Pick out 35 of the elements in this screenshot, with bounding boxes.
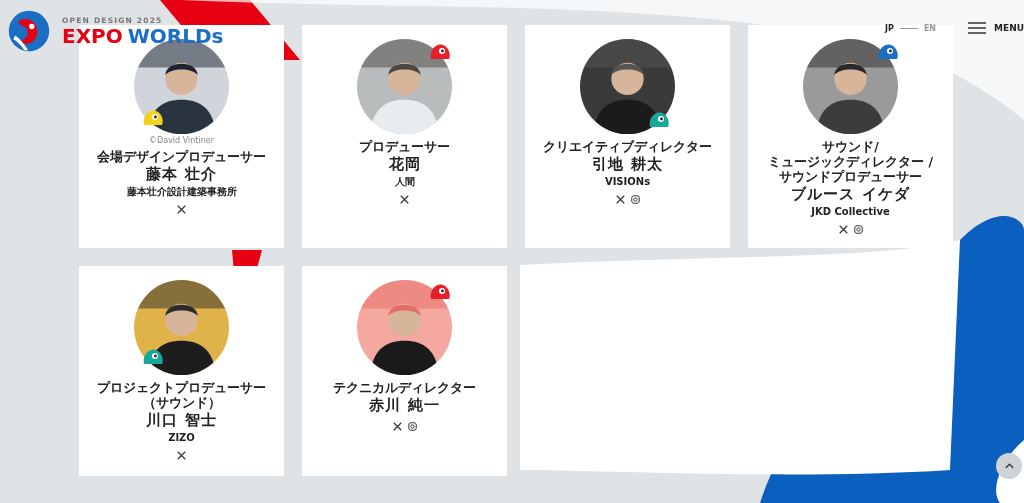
person-name: 花岡 [388, 155, 421, 174]
x-logo-icon[interactable] [615, 195, 625, 204]
camera-icon[interactable] [630, 195, 640, 204]
camera-icon[interactable] [853, 225, 863, 234]
person-name: 引地 耕太 [592, 155, 663, 174]
fish-logo-icon[interactable] [6, 8, 52, 54]
organization-text: 藤本壮介設計建築事務所 [126, 185, 237, 198]
language-link[interactable]: JP [885, 23, 894, 33]
x-logo-icon[interactable] [177, 451, 186, 460]
menu-icon [968, 22, 987, 34]
organization-text: VISIONs [604, 175, 651, 188]
person-name: 赤川 純一 [369, 396, 440, 415]
person-name: 川口 智士 [146, 411, 217, 430]
role-text: 会場デザインプロデューサー [96, 149, 267, 164]
organization-text: 人間 [394, 175, 415, 188]
role-text: プロジェクトプロデューサー（サウンド） [96, 380, 267, 410]
x-logo-icon[interactable] [400, 195, 409, 204]
person-name: 藤本 壮介 [146, 165, 217, 184]
role-text: クリエイティブディレクター [542, 139, 713, 154]
menu-button[interactable]: MENU [968, 22, 1024, 34]
role-text: テクニカルディレクター [332, 380, 477, 395]
organization-text: ZIZO [168, 431, 195, 444]
language-link[interactable]: EN [923, 23, 937, 33]
role-text: プロデューサー [358, 139, 451, 154]
photo-credit: ©David Vintiner [149, 136, 214, 146]
organization-text: JKD Collective [811, 205, 890, 218]
x-logo-icon[interactable] [838, 225, 848, 234]
x-logo-icon[interactable] [392, 422, 402, 431]
person-name: ブルース イケダ [791, 185, 910, 204]
logo-word[interactable]: EXPO [62, 24, 123, 47]
caret-icon [1004, 463, 1014, 469]
role-text: サウンド/ ミュージックディレクター / サウンドプロデューサー [767, 139, 934, 184]
camera-icon[interactable] [407, 422, 417, 431]
x-logo-icon[interactable] [177, 205, 186, 214]
logo-word[interactable]: WORLDs [127, 24, 224, 47]
